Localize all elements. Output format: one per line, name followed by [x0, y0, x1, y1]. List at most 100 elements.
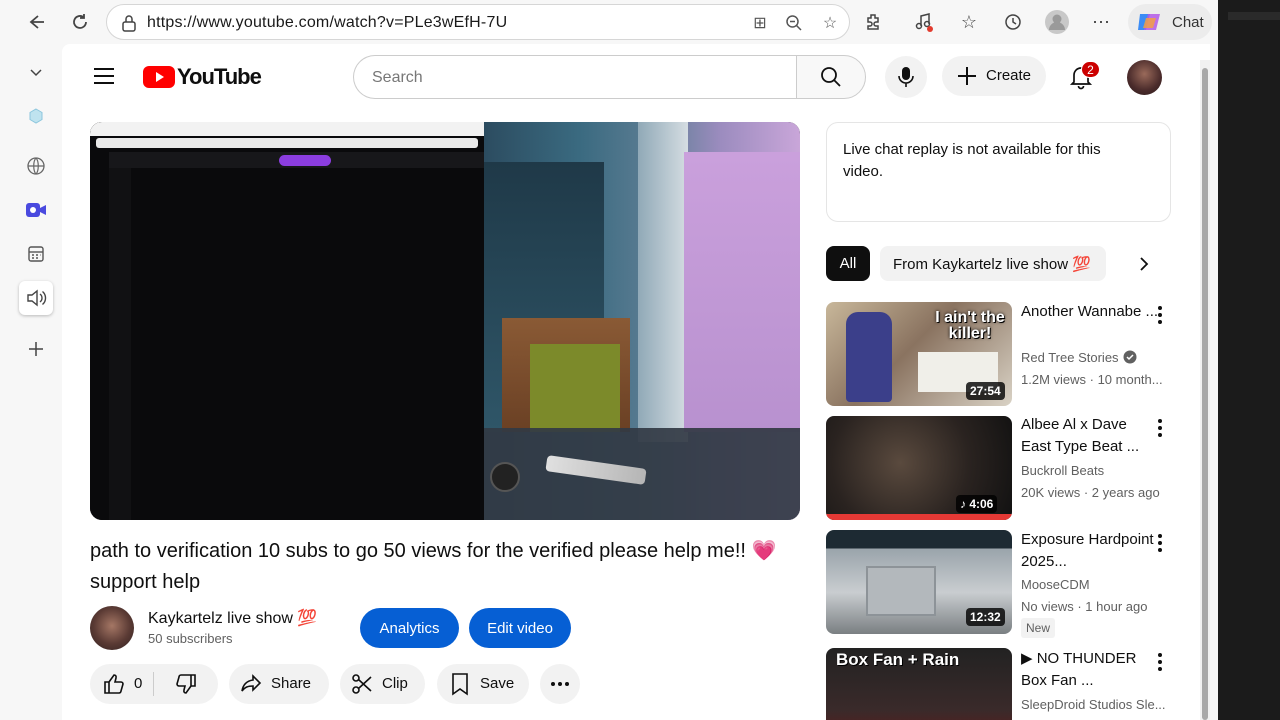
subscriber-count: 50 subscribers: [148, 631, 233, 646]
duration-badge: ♪ 4:06: [956, 495, 998, 513]
chat-label: Chat: [1172, 14, 1204, 31]
channel-avatar[interactable]: [90, 606, 134, 650]
more-vertical-icon[interactable]: [1150, 416, 1170, 440]
clip-button[interactable]: Clip: [340, 664, 425, 704]
url-text[interactable]: https://www.youtube.com/watch?v=PLe3wEfH…: [147, 14, 507, 32]
globe-icon[interactable]: [19, 149, 53, 183]
save-label: Save: [480, 675, 515, 692]
media-control-icon[interactable]: [908, 6, 940, 38]
chip-all[interactable]: All: [826, 246, 870, 281]
more-vertical-icon[interactable]: [1150, 303, 1170, 327]
rec-title[interactable]: ▶ NO THUNDER Box Fan ...: [1021, 648, 1161, 692]
screen: https://www.youtube.com/watch?v=PLe3wEfH…: [0, 0, 1280, 720]
more-vertical-icon[interactable]: [1150, 531, 1170, 555]
rec-meta: No views · 1 hour ago: [1021, 599, 1148, 614]
chevron-right-icon[interactable]: [1128, 248, 1160, 280]
more-actions-button[interactable]: [540, 664, 580, 704]
search-box[interactable]: [353, 55, 797, 99]
youtube-logo-icon[interactable]: [143, 65, 175, 94]
lock-icon[interactable]: [121, 14, 137, 37]
rec-channel[interactable]: SleepDroid Studios Sle...: [1021, 697, 1166, 712]
edge-sidebar: [0, 44, 62, 720]
microphone-icon: [898, 67, 914, 87]
chat-replay-message: Live chat replay is not available for th…: [843, 141, 1101, 180]
refresh-icon[interactable]: [64, 6, 96, 38]
extensions-icon[interactable]: [858, 6, 890, 38]
captured-stream-sidebar: [109, 168, 131, 520]
desktop-background: [1218, 0, 1280, 720]
copilot-icon: [1136, 10, 1162, 39]
rec-channel[interactable]: MooseCDM: [1021, 577, 1090, 592]
browser-window: https://www.youtube.com/watch?v=PLe3wEfH…: [0, 0, 1218, 720]
more-menu-icon[interactable]: ⋯: [1085, 6, 1117, 38]
youtube-logo-text[interactable]: YouTube: [177, 64, 262, 90]
rec-title[interactable]: Exposure Hardpoint 2025...: [1021, 529, 1161, 573]
search-input[interactable]: [372, 67, 772, 89]
notification-count-badge: 2: [1081, 61, 1100, 78]
rec-meta: 20K views · 2 years ago: [1021, 485, 1160, 500]
create-button[interactable]: Create: [942, 56, 1046, 96]
captured-url-bar: [96, 138, 478, 148]
search-icon: [821, 67, 841, 87]
duration-badge: 27:54: [966, 382, 1005, 400]
gameplay-frame: [484, 122, 800, 520]
profile-icon[interactable]: [1041, 6, 1073, 38]
scissors-icon: [350, 672, 374, 701]
watch-progress-bar: [826, 514, 1012, 520]
more-horizontal-icon: [550, 673, 570, 700]
browser-toolbar: https://www.youtube.com/watch?v=PLe3wEfH…: [0, 0, 1218, 44]
channel-name[interactable]: Kaykartelz live show 💯: [148, 608, 317, 628]
account-avatar[interactable]: [1127, 60, 1162, 95]
rec-title[interactable]: Another Wannabe ...: [1021, 301, 1161, 323]
rec-meta: 1.2M views · 10 month...: [1021, 372, 1163, 387]
captured-manage-button: [279, 155, 331, 166]
desktop-window-edge: [1228, 12, 1280, 20]
rec-channel[interactable]: Red Tree Stories: [1021, 350, 1119, 365]
thumb-text: I ain't the killer!: [935, 309, 1005, 342]
like-dislike-group: 0: [90, 664, 218, 704]
chip-from-channel-label: From Kaykartelz live show 💯: [893, 256, 1091, 273]
like-icon[interactable]: [102, 672, 126, 701]
favorite-star-icon[interactable]: ☆: [819, 12, 841, 34]
scrollbar-thumb[interactable]: [1202, 68, 1208, 720]
new-badge: New: [1021, 618, 1056, 638]
create-label: Create: [986, 67, 1032, 84]
chevron-down-icon[interactable]: [19, 55, 53, 89]
bookmark-icon: [449, 672, 471, 701]
read-aloud-icon[interactable]: [19, 281, 53, 315]
history-icon[interactable]: [997, 6, 1029, 38]
cube-icon[interactable]: [19, 99, 53, 133]
back-icon[interactable]: [20, 6, 52, 38]
app-available-icon[interactable]: ⊞: [749, 12, 771, 34]
stream-screen-capture: [90, 122, 484, 520]
zoom-icon[interactable]: [783, 12, 805, 34]
rec-thumbnail[interactable]: Box Fan + Rain: [826, 648, 1012, 720]
duration-badge: 12:32: [966, 608, 1005, 626]
like-count[interactable]: 0: [134, 675, 142, 692]
calculator-icon[interactable]: [19, 237, 53, 271]
edit-video-button[interactable]: Edit video: [469, 608, 571, 648]
plus-icon: [956, 65, 978, 92]
rec-title[interactable]: Albee Al x Dave East Type Beat ...: [1021, 414, 1161, 458]
address-bar[interactable]: https://www.youtube.com/watch?v=PLe3wEfH…: [106, 4, 850, 40]
favorites-icon[interactable]: ☆: [953, 6, 985, 38]
thumb-figure: [846, 312, 892, 402]
video-title: path to verification 10 subs to go 50 vi…: [90, 540, 777, 593]
share-button[interactable]: Share: [229, 664, 329, 704]
copilot-chat-button[interactable]: Chat: [1128, 4, 1212, 40]
add-icon[interactable]: [19, 332, 53, 366]
dislike-icon[interactable]: [174, 672, 198, 701]
video-player[interactable]: [90, 122, 800, 520]
video-camera-icon[interactable]: [19, 193, 53, 227]
rec-channel[interactable]: Buckroll Beats: [1021, 463, 1104, 478]
verified-icon: [1123, 350, 1137, 369]
thumb-building: [866, 566, 936, 616]
analytics-button[interactable]: Analytics: [360, 608, 459, 648]
captured-browser-chrome: [90, 122, 484, 136]
more-vertical-icon[interactable]: [1150, 650, 1170, 674]
clip-label: Clip: [382, 675, 408, 692]
voice-search-button[interactable]: [885, 56, 927, 98]
save-button[interactable]: Save: [437, 664, 529, 704]
hamburger-menu-icon[interactable]: [92, 64, 116, 88]
search-button[interactable]: [796, 55, 866, 99]
